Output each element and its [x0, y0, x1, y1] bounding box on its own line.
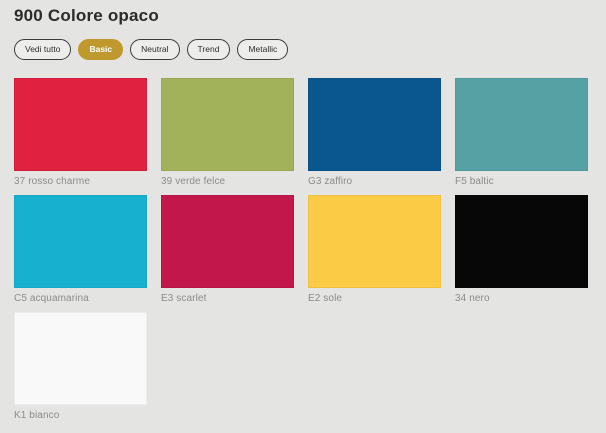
color-swatch-g3-zaffiro: G3 zaffiro [308, 78, 441, 188]
color-swatch-37-rosso-charme: 37 rosso charme [14, 78, 147, 188]
swatch-label: K1 bianco [14, 410, 147, 422]
swatch-label: F5 baltic [455, 176, 588, 188]
color-swatch-k1-bianco: K1 bianco [14, 312, 147, 422]
color-tile-k1-bianco[interactable] [14, 312, 147, 405]
swatch-label: C5 acquamarina [14, 293, 147, 305]
swatch-label: E2 sole [308, 293, 441, 305]
filter-chip-basic[interactable]: Basic [78, 39, 123, 60]
color-tile-c5-acquamarina[interactable] [14, 195, 147, 288]
filter-chip-label: Basic [89, 45, 112, 54]
filter-chip-label: Trend [198, 45, 220, 54]
color-swatch-34-nero: 34 nero [455, 195, 588, 305]
swatch-label: 39 verde felce [161, 176, 294, 188]
swatch-label: 34 nero [455, 293, 588, 305]
color-swatch-e2-sole: E2 sole [308, 195, 441, 305]
filter-chip-vedi-tutto[interactable]: Vedi tutto [14, 39, 71, 60]
filter-chip-metallic[interactable]: Metallic [237, 39, 288, 60]
swatch-label: G3 zaffiro [308, 176, 441, 188]
color-swatch-f5-baltic: F5 baltic [455, 78, 588, 188]
filter-chip-group: Vedi tutto Basic Neutral Trend Metallic [14, 39, 592, 60]
color-tile-e2-sole[interactable] [308, 195, 441, 288]
filter-chip-label: Metallic [248, 45, 277, 54]
color-swatch-c5-acquamarina: C5 acquamarina [14, 195, 147, 305]
color-swatch-e3-scarlet: E3 scarlet [161, 195, 294, 305]
filter-chip-label: Neutral [141, 45, 168, 54]
page-title: 900 Colore opaco [14, 6, 592, 26]
swatch-label: E3 scarlet [161, 293, 294, 305]
filter-chip-label: Vedi tutto [25, 45, 60, 54]
color-picker-panel: 900 Colore opaco Vedi tutto Basic Neutra… [0, 0, 606, 422]
filter-chip-trend[interactable]: Trend [187, 39, 231, 60]
color-swatch-grid: 37 rosso charme 39 verde felce G3 zaffir… [14, 78, 592, 422]
color-swatch-39-verde-felce: 39 verde felce [161, 78, 294, 188]
filter-chip-neutral[interactable]: Neutral [130, 39, 179, 60]
color-tile-34-nero[interactable] [455, 195, 588, 288]
swatch-label: 37 rosso charme [14, 176, 147, 188]
color-tile-e3-scarlet[interactable] [161, 195, 294, 288]
color-tile-39-verde-felce[interactable] [161, 78, 294, 171]
color-tile-g3-zaffiro[interactable] [308, 78, 441, 171]
color-tile-37-rosso-charme[interactable] [14, 78, 147, 171]
color-tile-f5-baltic[interactable] [455, 78, 588, 171]
